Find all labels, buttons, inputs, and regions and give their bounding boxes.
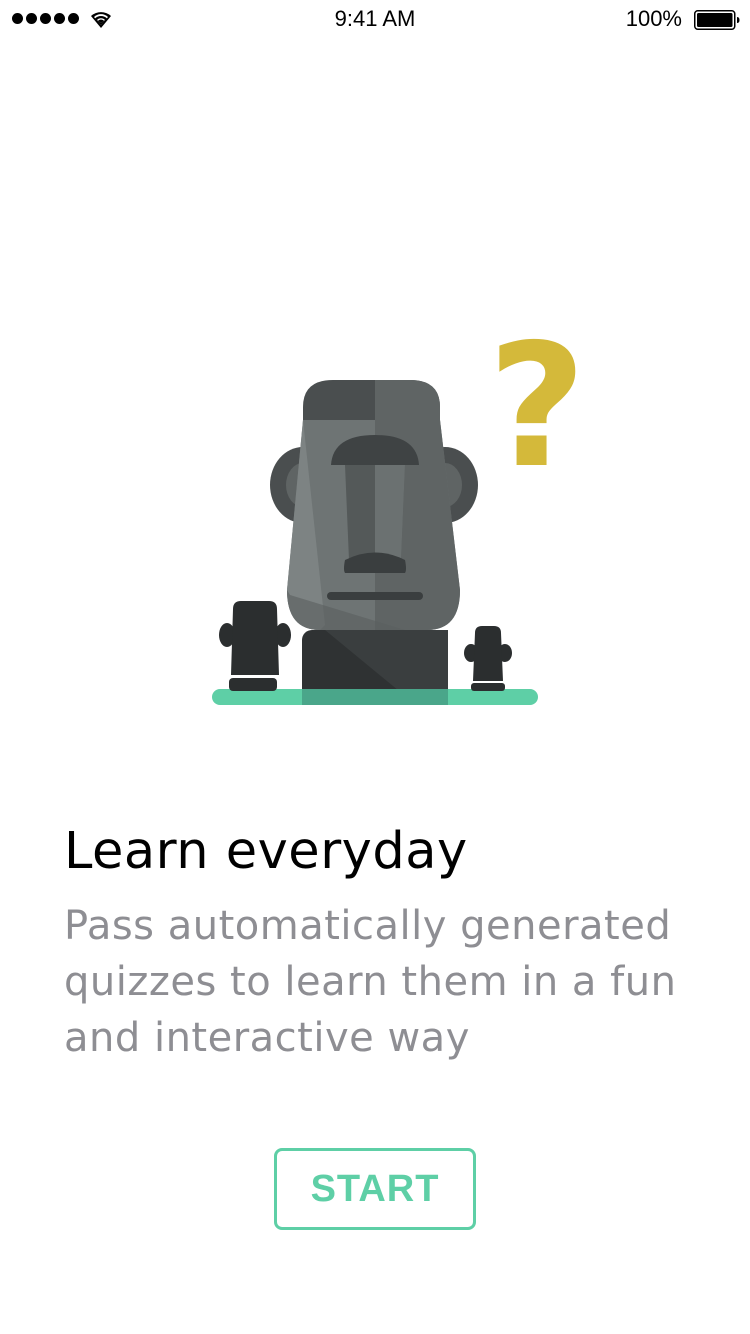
svg-text:?: ? — [488, 325, 587, 506]
start-button[interactable]: START — [274, 1148, 476, 1230]
battery-icon — [694, 10, 740, 30]
description-line: Pass automatically generated — [64, 903, 672, 949]
onboarding-screen: 9:41 AM 100% ? Learn everyday Pass autom… — [0, 0, 750, 1334]
small-statue-right — [464, 626, 512, 691]
question-mark-icon: ? — [488, 325, 587, 506]
battery-percentage: 100% — [625, 6, 682, 31]
small-statue-left — [219, 601, 291, 691]
status-bar: 9:41 AM 100% — [0, 0, 750, 40]
onboarding-description: Pass automatically generated quizzes to … — [64, 898, 714, 1066]
onboarding-title: Learn everyday — [64, 822, 468, 881]
moai-statue-illustration: ? — [212, 325, 587, 705]
description-line: and interactive way — [64, 1015, 470, 1061]
moai-statue — [270, 380, 478, 700]
description-line: quizzes to learn them in a fun — [64, 959, 677, 1005]
